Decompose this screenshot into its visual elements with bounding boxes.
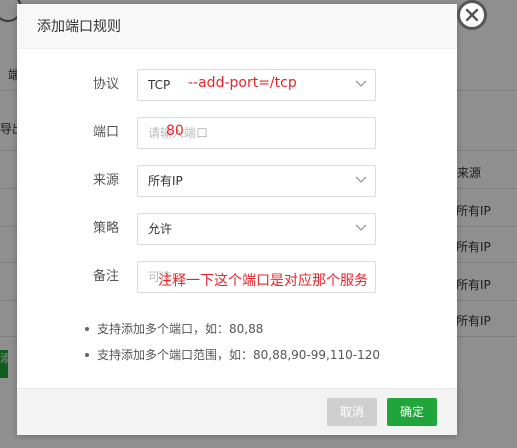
dialog-title: 添加端口规则: [17, 4, 457, 49]
source-row: 来源 所有IP: [17, 165, 457, 197]
tips-list: 支持添加多个端口，如：80,88 支持添加多个端口范围，如：80,88,90-9…: [85, 316, 380, 368]
policy-select[interactable]: 允许: [137, 213, 376, 245]
source-label: 来源: [92, 173, 119, 188]
confirm-button[interactable]: 确定: [387, 398, 437, 426]
port-row: 端口 请输入端口: [17, 117, 457, 149]
port-annotation: 80: [166, 123, 184, 139]
cancel-button[interactable]: 取消: [327, 398, 377, 426]
policy-value: 允许: [148, 222, 173, 236]
chevron-down-icon: [355, 224, 367, 231]
port-label: 端口: [92, 125, 119, 140]
tip-item: 支持添加多个端口范围，如：80,88,90-99,110-120: [85, 342, 380, 368]
chevron-down-icon: [355, 176, 367, 183]
protocol-annotation: --add-port=/tcp: [188, 75, 297, 91]
dialog-footer: 取消 确定: [17, 388, 457, 435]
chevron-down-icon: [355, 80, 367, 87]
policy-label: 策略: [92, 221, 119, 236]
tip-item: 支持添加多个端口，如：80,88: [85, 316, 380, 342]
add-port-rule-dialog: 添加端口规则 协议 TCP 端口 请输入端口 来源 所有IP 策略 允许 备注 …: [17, 0, 487, 435]
remark-annotation: 注释一下这个端口是对应那个服务: [158, 273, 368, 289]
source-select[interactable]: 所有IP: [137, 165, 376, 197]
source-value: 所有IP: [148, 174, 183, 188]
close-button[interactable]: [457, 0, 487, 30]
protocol-value: TCP: [148, 78, 171, 92]
protocol-label: 协议: [92, 77, 119, 92]
policy-row: 策略 允许: [17, 213, 457, 245]
remark-label: 备注: [92, 269, 119, 284]
close-icon: [465, 8, 479, 22]
